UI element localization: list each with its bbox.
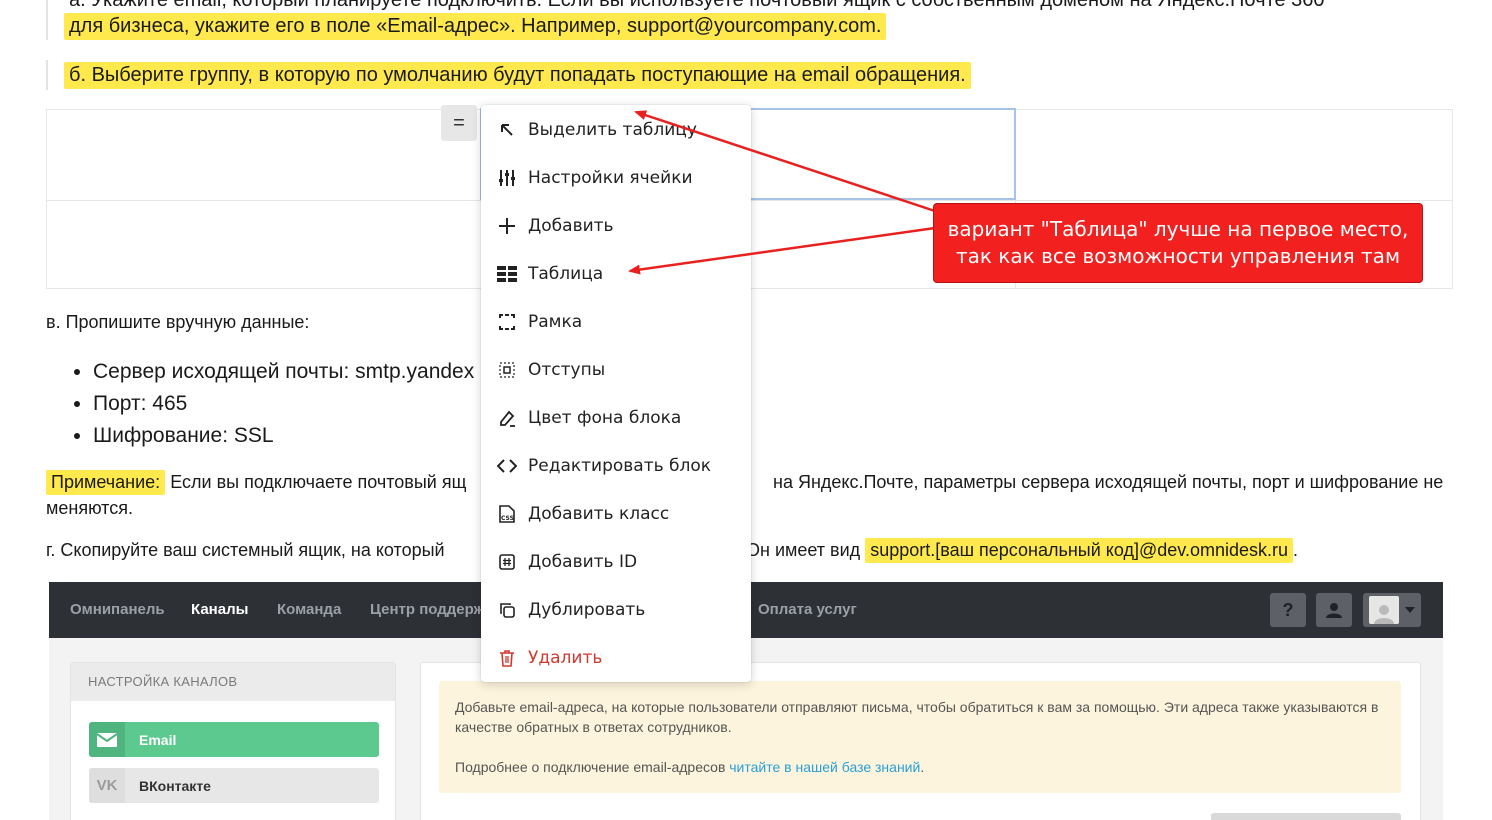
annotation-callout: вариант "Таблица" лучше на первое место,… bbox=[933, 203, 1423, 283]
arrow-to-select-table bbox=[634, 110, 936, 213]
arrow-to-table-item bbox=[628, 226, 936, 275]
annotation-arrows bbox=[628, 110, 936, 275]
callout-line-2: так как все возможности управления там bbox=[955, 244, 1401, 268]
callout-line-1: вариант "Таблица" лучше на первое место, bbox=[947, 217, 1409, 241]
